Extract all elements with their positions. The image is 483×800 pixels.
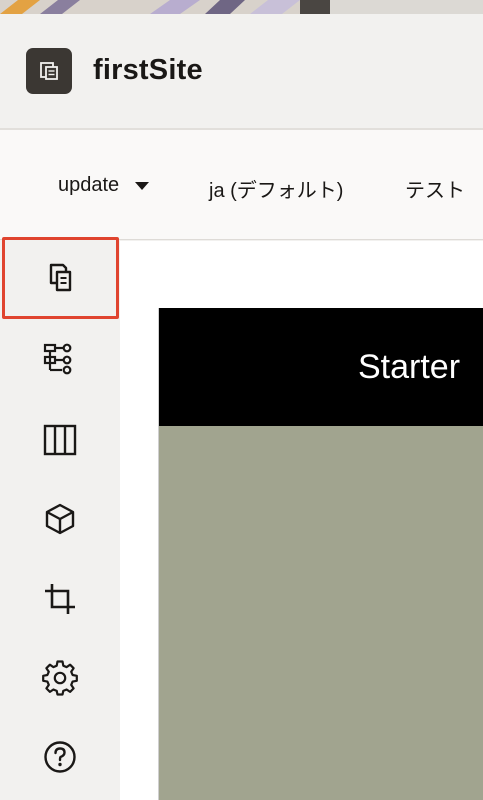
app-header: firstSite (0, 14, 483, 128)
update-dropdown[interactable]: update (58, 174, 150, 197)
layout-columns-icon (43, 424, 77, 456)
layout-button[interactable] (22, 408, 98, 472)
test-dropdown-label: テスト (405, 180, 465, 202)
pages-button[interactable] (2, 237, 119, 319)
settings-gear-icon (42, 660, 78, 696)
settings-button[interactable] (22, 646, 98, 710)
language-selector[interactable]: ja (デフォルト) (209, 174, 343, 203)
component-cube-icon (45, 503, 75, 535)
update-dropdown-label: update (58, 174, 120, 196)
test-dropdown[interactable]: テスト (405, 174, 465, 203)
page-preview[interactable]: Starter (158, 308, 483, 800)
left-sidebar-rail (0, 237, 120, 800)
crop-button[interactable] (22, 567, 98, 631)
help-button[interactable] (22, 725, 98, 789)
page-canvas: Starter (120, 241, 483, 800)
preview-banner-title: Starter (358, 348, 461, 386)
pages-icon (49, 263, 71, 292)
preview-body (159, 426, 483, 800)
help-icon (44, 741, 76, 773)
site-structure-button[interactable] (22, 328, 98, 392)
site-structure-icon (43, 343, 72, 375)
caret-down-icon (135, 181, 150, 190)
site-logo-icon (26, 48, 72, 94)
language-label: ja (デフォルト) (209, 180, 344, 202)
site-title: firstSite (93, 54, 203, 86)
crop-icon (45, 584, 75, 614)
editor-toolbar: update ja (デフォルト) テスト (0, 130, 483, 240)
preview-banner: Starter (159, 308, 483, 426)
decorative-header-strip (0, 0, 483, 14)
components-button[interactable] (22, 487, 98, 551)
